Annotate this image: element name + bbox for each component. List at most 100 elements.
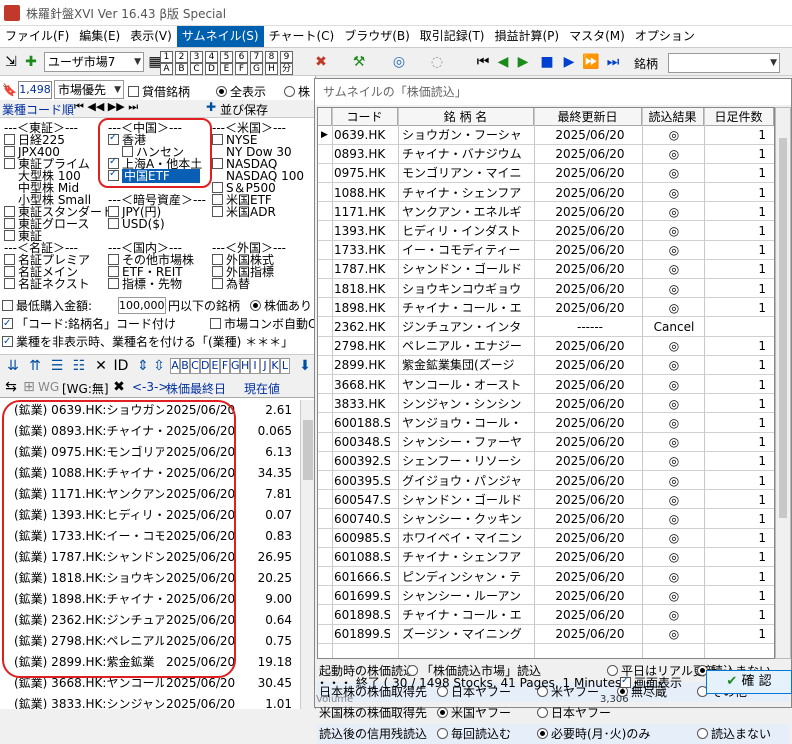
list-alt-icon[interactable]: ☷ xyxy=(70,357,88,375)
stop-icon[interactable]: ■ xyxy=(538,53,556,71)
col-date-header[interactable]: 株価最終日 xyxy=(166,380,226,397)
download-icon[interactable]: ⬇ xyxy=(296,357,314,375)
table-row[interactable]: 3833.HK シンジャン・シンシン 2025/06/20 ◎ 1 xyxy=(318,395,774,414)
menu-item-4[interactable]: チャート(C) xyxy=(264,26,340,47)
market-checkbox[interactable] xyxy=(4,254,15,265)
market-checkbox[interactable] xyxy=(4,278,15,289)
number-button-bottom[interactable]: A xyxy=(160,63,173,75)
sort-nav-icons[interactable]: ⏮ ◀◀ ▶▶ ⏭ xyxy=(74,100,138,114)
table-row[interactable]: 600985.SS ホワイベイ・マイニン 2025/06/20 ◎ 1 xyxy=(318,529,774,548)
sector-name-option[interactable]: 業種を非表示時、業種名を付ける「(業種) ＊＊＊」 xyxy=(2,334,293,350)
wg-none[interactable]: [WG:無] xyxy=(62,380,109,397)
menu-item-8[interactable]: マスタ(M) xyxy=(564,26,630,47)
number-button-top[interactable]: 9 xyxy=(280,51,293,63)
market-foreign-item[interactable]: 為替 xyxy=(212,278,250,290)
radio-dot[interactable] xyxy=(437,728,448,739)
market-checkbox[interactable] xyxy=(212,182,223,193)
number-button-bottom[interactable]: F xyxy=(235,63,248,75)
collapse-icon[interactable]: ⇳ xyxy=(150,357,168,375)
table-row[interactable]: 2899.HK 紫金鉱業集団(ズージ 2025/06/20 ◎ 1 xyxy=(318,356,774,376)
letter-button[interactable]: D xyxy=(200,358,210,374)
number-button-top[interactable]: 6 xyxy=(235,51,248,63)
globe-icon[interactable]: ◎ xyxy=(390,53,408,71)
wg-icon[interactable]: ⊞ xyxy=(20,378,38,396)
market-checkbox[interactable] xyxy=(4,218,15,229)
market-checkbox[interactable] xyxy=(212,266,223,277)
table-row[interactable]: 600395.SS グイジョウ・パンジャ 2025/06/20 ◎ 1 xyxy=(318,472,774,491)
number-button-top[interactable]: 8 xyxy=(265,51,278,63)
market-checkbox[interactable] xyxy=(4,158,15,169)
table-row[interactable]: 600740.SS シャンシー・クッキン 2025/06/20 ◎ 1 xyxy=(318,510,774,529)
filter-icon[interactable]: ⇆ xyxy=(2,378,20,396)
play-icon[interactable]: ▶ xyxy=(514,53,532,71)
table-row[interactable]: 601666.SS ピンディンシャン・テ 2025/06/20 ◎ 1 xyxy=(318,568,774,587)
letter-button[interactable]: J xyxy=(260,358,270,374)
letter-button[interactable]: G xyxy=(230,358,240,374)
market-east-item[interactable]: 東証グロース xyxy=(4,218,89,230)
market-nagoya-item[interactable]: 名証ネクスト xyxy=(4,278,90,290)
market-domestic-item[interactable]: 指標・先物 xyxy=(108,278,182,290)
market-combo[interactable]: ユーザ市場7 ▼ xyxy=(44,52,144,72)
number-button-top[interactable]: 2 xyxy=(175,51,188,63)
market-checkbox[interactable] xyxy=(212,278,223,289)
min-buy-input[interactable]: 100,000 xyxy=(118,297,166,314)
show-all-option[interactable]: 全表示 xyxy=(216,83,266,100)
sort-label[interactable]: 業種コード順 xyxy=(2,101,74,118)
cross-icon[interactable]: ✖ xyxy=(312,53,330,71)
letter-button[interactable]: K xyxy=(270,358,280,374)
prev-icon[interactable]: ◀ xyxy=(494,53,512,71)
market-checkbox[interactable] xyxy=(4,146,15,157)
sort-asc-icon[interactable]: ⇊ xyxy=(4,357,22,375)
market-checkbox[interactable] xyxy=(212,158,223,169)
col-price-header[interactable]: 現在値 xyxy=(244,380,280,397)
letter-button[interactable]: B xyxy=(180,358,190,374)
brand-combo[interactable]: ▼ xyxy=(668,53,780,73)
lending-option[interactable]: 貸借銘柄 xyxy=(128,83,190,100)
table-header-cell[interactable]: コード xyxy=(332,108,398,126)
tool-icon[interactable]: ⚒ xyxy=(350,53,368,71)
list-icon[interactable]: ☰ xyxy=(48,357,66,375)
fastforward-icon[interactable]: ⏩ xyxy=(582,53,600,71)
table-row[interactable]: 1898.HK チャイナ・コール・エ 2025/06/20 ◎ 1 xyxy=(318,299,774,318)
menu-item-2[interactable]: 表示(V) xyxy=(125,26,177,47)
delete-icon[interactable]: ✖ xyxy=(110,378,128,396)
circle-icon[interactable]: ◌ xyxy=(428,53,446,71)
number-button-bottom[interactable]: G xyxy=(250,63,263,75)
menu-item-5[interactable]: ブラウザ(B) xyxy=(339,26,415,47)
menu-item-7[interactable]: 損益計算(P) xyxy=(490,26,565,47)
table-header-cell[interactable]: 日足件数 xyxy=(704,108,774,126)
table-header-cell[interactable]: 読込結果 xyxy=(642,108,704,126)
close-icon[interactable]: ✕ xyxy=(92,357,110,375)
table-row[interactable]: 600348.SS シャンシー・ファーヤ 2025/06/20 ◎ 1 xyxy=(318,433,774,452)
market-checkbox[interactable] xyxy=(108,278,119,289)
table-row[interactable]: ▶ 0639.HK ショウガン・フーシャ 2025/06/20 ◎ 1 xyxy=(318,126,774,145)
min-buy-option[interactable]: 株価あり xyxy=(250,298,312,314)
number-button-bottom[interactable]: H xyxy=(265,63,278,75)
save-order-button[interactable]: 並び保存 xyxy=(220,101,268,118)
menu-item-1[interactable]: 編集(E) xyxy=(74,26,125,47)
quote-table-scrollbar[interactable] xyxy=(775,107,791,659)
market-checkbox[interactable] xyxy=(212,194,223,205)
radio-dot[interactable] xyxy=(537,728,548,739)
market-checkbox[interactable] xyxy=(108,254,119,265)
menu-item-3[interactable]: サムネイル(S) xyxy=(176,26,264,47)
table-header-cell[interactable]: 最終更新日 xyxy=(534,108,642,126)
option-radio[interactable]: 毎回読込む xyxy=(437,724,511,744)
table-row[interactable]: 1393.HK ヒディリ・インダスト 2025/06/20 ◎ 1 xyxy=(318,222,774,241)
priority-combo[interactable]: 市場優先 ▼ xyxy=(54,80,124,99)
menu-item-9[interactable]: オプション xyxy=(630,26,700,47)
table-row[interactable]: 1088.HK チャイナ・シェンフア 2025/06/20 ◎ 1 xyxy=(318,184,774,203)
number-button-bottom[interactable]: 分 xyxy=(280,63,293,75)
table-header-cell[interactable] xyxy=(318,108,332,126)
arrows-label[interactable]: <-3-> xyxy=(132,380,168,394)
market-checkbox[interactable] xyxy=(4,206,15,217)
market-checkbox[interactable] xyxy=(108,266,119,277)
sort-desc-icon[interactable]: ⇈ xyxy=(26,357,44,375)
menu-item-6[interactable]: 取引記録(T) xyxy=(415,26,490,47)
option-radio[interactable]: 読込まない xyxy=(697,724,771,744)
table-row[interactable]: 1171.HK ヤンクアン・エネルギ 2025/06/20 ◎ 1 xyxy=(318,203,774,222)
table-row[interactable]: 601699.SS シャンシー・ルーアン 2025/06/20 ◎ 1 xyxy=(318,587,774,606)
table-row[interactable]: 1787.HK シャンドン・ゴールド 2025/06/20 ◎ 1 xyxy=(318,260,774,280)
market-checkbox[interactable] xyxy=(108,218,119,229)
market-checkbox[interactable] xyxy=(4,230,15,241)
